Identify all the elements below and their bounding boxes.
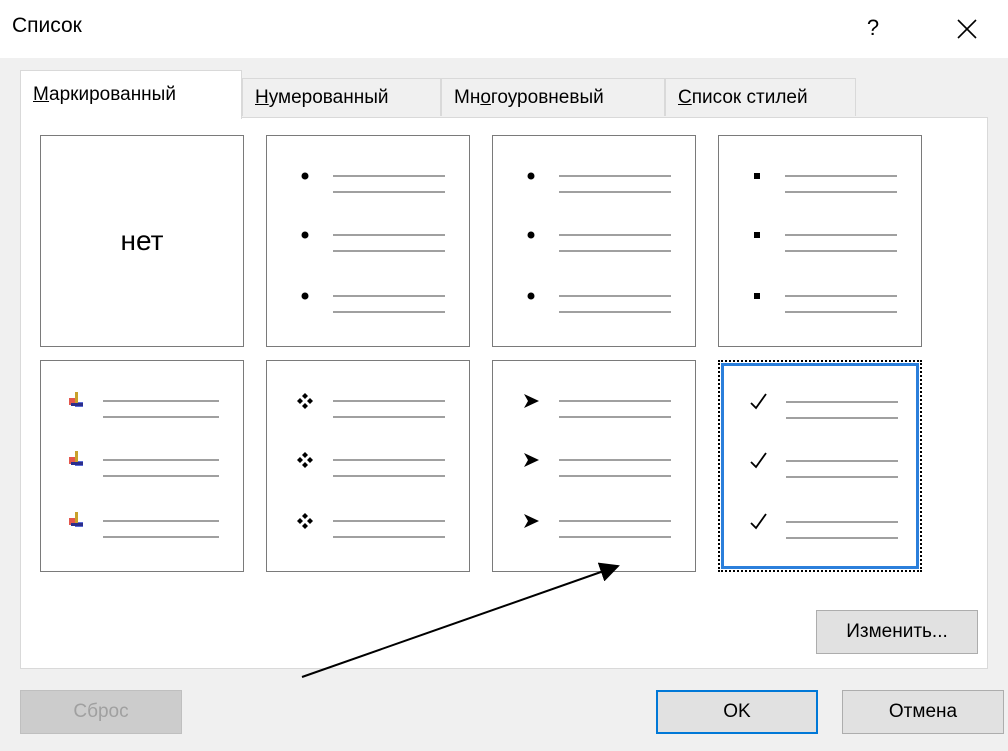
dialog-title: Список xyxy=(12,14,82,37)
checkmark-icon xyxy=(750,513,767,530)
accelerator-letter: С xyxy=(678,87,692,108)
bullet-preview xyxy=(527,172,671,313)
colored-picture-bullet-icon xyxy=(69,392,83,407)
checkmark-icon xyxy=(750,452,767,469)
arrowhead-icon xyxy=(524,514,539,528)
arrowhead-icon xyxy=(524,394,539,408)
close-icon xyxy=(957,19,977,39)
tab-numbered[interactable]: Нумерованный xyxy=(242,78,441,116)
reset-button[interactable]: Сброс xyxy=(20,690,182,734)
tab-bulleted[interactable]: Маркированный xyxy=(20,70,242,119)
round-dot-icon xyxy=(301,292,309,300)
bullet-tile-diamond[interactable] xyxy=(266,360,470,572)
bullet-tile-checkmark[interactable] xyxy=(718,360,922,572)
accelerator-letter: о xyxy=(480,87,491,108)
close-button[interactable] xyxy=(948,10,986,48)
round-dot-icon xyxy=(527,231,535,239)
bullet-tile-arrowhead[interactable] xyxy=(492,360,696,572)
bullet-tile-none[interactable]: нет xyxy=(40,135,244,347)
cancel-button[interactable]: Отмена xyxy=(842,690,1004,734)
round-dot-icon xyxy=(527,172,535,180)
diamond-four-dots-icon xyxy=(297,452,313,468)
arrowhead-icon xyxy=(524,453,539,467)
bullet-tile-square[interactable] xyxy=(718,135,922,347)
bullet-preview xyxy=(754,173,897,313)
square-icon xyxy=(754,293,760,299)
tab-list-styles[interactable]: Список стилей xyxy=(665,78,856,116)
colored-picture-bullet-icon xyxy=(69,451,83,466)
square-icon xyxy=(754,173,760,179)
bullet-preview xyxy=(69,392,219,538)
bullet-tile-picture[interactable] xyxy=(40,360,244,572)
colored-picture-bullet-icon xyxy=(69,512,83,527)
bullet-tile-round-dot-2[interactable] xyxy=(492,135,696,347)
diamond-four-dots-icon xyxy=(297,393,313,409)
none-label: нет xyxy=(120,225,164,256)
square-icon xyxy=(754,232,760,238)
accelerator-letter: М xyxy=(33,84,50,105)
bullet-preview xyxy=(301,172,445,313)
bullet-preview xyxy=(297,393,445,538)
checkmark-icon xyxy=(750,393,767,410)
title-bar: Список ? xyxy=(0,0,1008,58)
diamond-four-dots-icon xyxy=(297,513,313,529)
ok-button[interactable]: OK xyxy=(656,690,818,734)
round-dot-icon xyxy=(301,231,309,239)
bullet-preview xyxy=(524,394,671,538)
accelerator-letter: Н xyxy=(255,87,269,108)
help-button[interactable]: ? xyxy=(856,10,890,46)
bullet-tile-round-dot[interactable] xyxy=(266,135,470,347)
round-dot-icon xyxy=(301,172,309,180)
round-dot-icon xyxy=(527,292,535,300)
bullet-preview xyxy=(750,393,898,539)
modify-button[interactable]: Изменить... xyxy=(816,610,978,654)
tab-multilevel[interactable]: Многоуровневый xyxy=(441,78,665,116)
